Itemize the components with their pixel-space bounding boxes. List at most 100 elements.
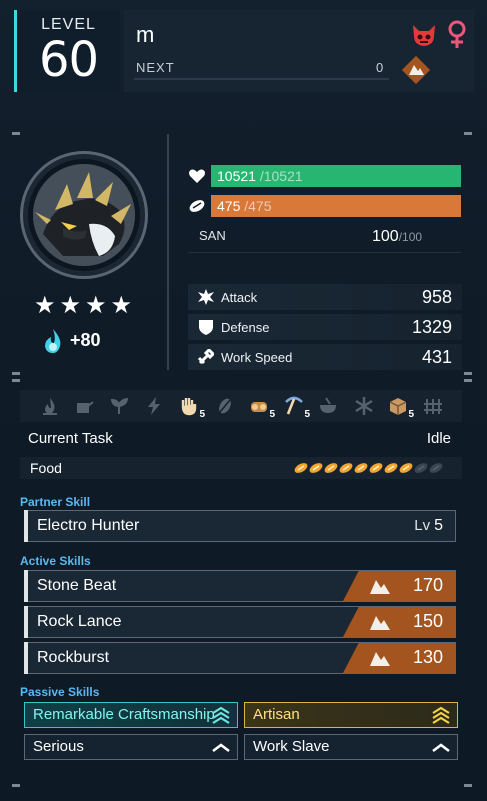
pal-status-panel: LEVEL 60 m NEXT 0 ★★★★ +80 10521 /10521 …: [0, 0, 487, 801]
passive-skill[interactable]: Remarkable Craftsmanship: [24, 702, 238, 728]
passive-skill[interactable]: Serious: [24, 734, 238, 760]
soul-bonus-value: +80: [70, 330, 101, 350]
condenser-stars: ★★★★: [34, 292, 137, 319]
ground-element-icon: [402, 56, 430, 84]
rank-up-single-icon: [432, 743, 450, 753]
electricity-icon: [148, 397, 160, 415]
food-empty-icon: [414, 463, 428, 473]
stat-label: Work Speed: [221, 350, 293, 365]
skill-power: 130: [412, 647, 443, 667]
next-exp-value: 0: [376, 60, 384, 75]
transporting-icon: 5: [388, 396, 414, 420]
kindling-icon: [43, 398, 57, 415]
exp-bar: [134, 78, 389, 80]
pal-creature-image: [33, 164, 135, 266]
skill-accent: [24, 642, 28, 674]
level-box: LEVEL 60: [14, 10, 120, 92]
rank-up-triple-icon: [432, 706, 450, 724]
partner-skill-level: Lv 5: [414, 517, 443, 535]
active-skills-title: Active Skills: [20, 554, 91, 568]
active-skill-row[interactable]: Rockburst 130: [24, 642, 456, 674]
active-skill-name: Rockburst: [37, 649, 110, 666]
partner-skill-row[interactable]: Electro Hunter Lv 5: [24, 510, 456, 542]
stat-value: 1329: [411, 317, 452, 337]
stat-label: Attack: [221, 290, 258, 305]
work-level: 5: [199, 409, 205, 420]
mining-icon: 5: [284, 396, 310, 420]
stat-label: Defense: [221, 320, 270, 335]
boss-mask-icon: [413, 25, 435, 46]
pal-portrait-image: [33, 164, 135, 266]
food-full-icon: [384, 463, 398, 473]
rank-up-single-icon: [212, 743, 230, 753]
divider-mark: [464, 784, 472, 787]
divider-mark: [12, 379, 20, 382]
passive-skill-name: Work Slave: [253, 738, 330, 755]
san-divider: [188, 252, 461, 253]
gathering-icon: [219, 398, 231, 414]
passive-skill[interactable]: Artisan: [244, 702, 458, 728]
ground-element-icon: [370, 652, 390, 666]
food-full-icon: [354, 463, 368, 473]
divider-mark: [464, 132, 472, 135]
medicine-icon: [320, 397, 336, 413]
skill-power-tag: 150: [343, 607, 455, 637]
attack-icon: [198, 289, 214, 305]
planting-icon: [110, 397, 129, 414]
handiwork-icon: 5: [179, 396, 205, 420]
divider-mark: [464, 379, 472, 382]
current-task-value: Idle: [426, 430, 451, 447]
current-task-label: Current Task: [28, 430, 113, 447]
level-value: 60: [38, 32, 99, 88]
active-skill-row[interactable]: Stone Beat 170: [24, 570, 456, 602]
work-suitability-strip: 5 5 5 5: [20, 390, 462, 422]
work-level: 5: [269, 409, 275, 420]
stamina-icon: [189, 200, 205, 212]
stamina-bar: 475 /475: [211, 195, 461, 217]
work-level: 5: [408, 409, 414, 420]
food-meter: [294, 463, 443, 473]
skill-power-tag: 170: [343, 571, 455, 601]
ground-element-icon: [370, 616, 390, 630]
pal-nickname[interactable]: m: [136, 22, 154, 48]
divider-mark: [12, 372, 20, 375]
passive-skill-name: Remarkable Craftsmanship: [33, 706, 215, 723]
passive-skill-name: Artisan: [253, 706, 300, 723]
active-skill-name: Stone Beat: [37, 577, 117, 594]
ground-element-icon: [370, 580, 390, 594]
hp-max: /10521: [259, 168, 303, 184]
partner-skill-lv-value: 5: [434, 517, 443, 534]
partner-skill-title: Partner Skill: [20, 495, 91, 509]
stamina-max: /475: [244, 198, 272, 214]
passive-skill[interactable]: Work Slave: [244, 734, 458, 760]
stat-attack: Attack 958: [188, 284, 462, 310]
next-exp-label: NEXT: [136, 60, 175, 75]
lumbering-icon: 5: [249, 396, 275, 420]
stat-defense: Defense 1329: [188, 314, 462, 340]
food-full-icon: [309, 463, 323, 473]
active-skill-row[interactable]: Rock Lance 150: [24, 606, 456, 638]
skill-power: 150: [412, 611, 443, 631]
divider-mark: [12, 784, 20, 787]
food-label: Food: [30, 460, 62, 476]
work-speed-icon: [198, 349, 214, 365]
female-icon: [448, 20, 466, 48]
divider-mark: [464, 372, 472, 375]
heart-icon: [189, 169, 205, 183]
cooling-icon: [355, 397, 373, 415]
san-value: 100/100: [372, 228, 422, 246]
divider-mark: [12, 132, 20, 135]
work-level: 5: [304, 409, 310, 420]
farming-icon: [424, 399, 442, 414]
food-empty-icon: [429, 463, 443, 473]
food-full-icon: [399, 463, 413, 473]
pal-portrait: [20, 151, 148, 279]
partner-skill-lv-label: Lv: [414, 517, 431, 534]
food-full-icon: [369, 463, 383, 473]
skill-power-tag: 130: [343, 643, 455, 673]
name-box: m NEXT 0: [124, 10, 474, 92]
watering-icon: [77, 401, 94, 413]
stat-value: 431: [421, 347, 452, 367]
stamina-current: 475: [217, 198, 241, 214]
food-row: Food: [20, 457, 462, 479]
